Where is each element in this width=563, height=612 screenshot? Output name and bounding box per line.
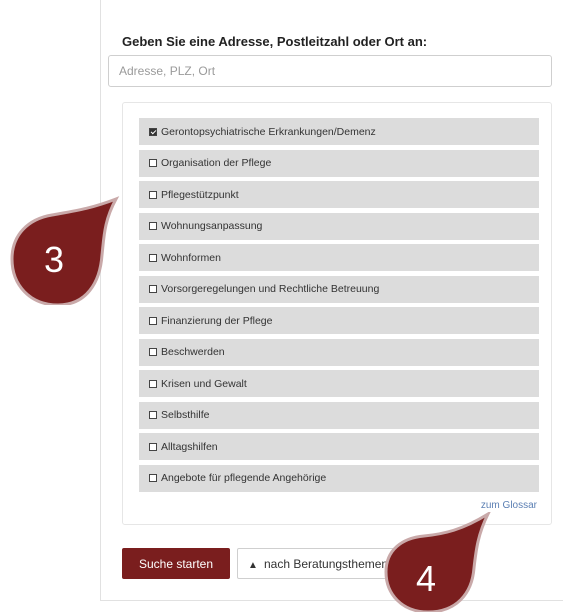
topic-item[interactable]: Beschwerden <box>139 338 539 366</box>
topics-toggle-label: nach Beratungsthemen <box>264 556 389 571</box>
topic-item[interactable]: Krisen und Gewalt <box>139 370 539 397</box>
checkbox-empty-icon[interactable] <box>149 285 157 293</box>
topic-label: Gerontopsychiatrische Erkrankungen/Demen… <box>161 125 376 138</box>
checkbox-empty-icon[interactable] <box>149 348 157 356</box>
callout-marker-4: 4 <box>382 512 494 612</box>
checkbox-empty-icon[interactable] <box>149 253 157 262</box>
topic-item[interactable]: Gerontopsychiatrische Erkrankungen/Demen… <box>139 118 539 145</box>
checkbox-empty-icon[interactable] <box>149 411 157 419</box>
topic-item[interactable]: Vorsorgeregelungen und Rechtliche Betreu… <box>139 275 539 303</box>
checkbox-empty-icon[interactable] <box>149 379 157 388</box>
topic-label: Angebote für pflegende Angehörige <box>161 472 327 484</box>
topic-list: Gerontopsychiatrische Erkrankungen/Demen… <box>139 118 539 496</box>
topic-label: Wohnformen <box>161 251 221 264</box>
checkbox-empty-icon[interactable] <box>149 474 157 482</box>
topic-item[interactable]: Angebote für pflegende Angehörige <box>139 464 539 492</box>
topic-label: Organisation der Pflege <box>161 157 272 169</box>
topic-item[interactable]: Finanzierung der Pflege <box>139 307 539 334</box>
topic-item[interactable]: Pflegestützpunkt <box>139 181 539 208</box>
topic-item[interactable]: Organisation der Pflege <box>139 149 539 177</box>
glossary-link[interactable]: zum Glossar <box>481 500 537 511</box>
topic-label: Finanzierung der Pflege <box>161 314 273 327</box>
topic-label: Vorsorgeregelungen und Rechtliche Betreu… <box>161 283 380 295</box>
topic-item[interactable]: Selbsthilfe <box>139 401 539 429</box>
checkbox-empty-icon[interactable] <box>149 442 157 451</box>
search-prompt: Geben Sie eine Adresse, Postleitzahl ode… <box>122 34 428 49</box>
callout-marker-3: 3 <box>6 193 124 305</box>
topic-item[interactable]: Alltagshilfen <box>139 433 539 460</box>
location-search-input[interactable] <box>108 55 552 87</box>
checkbox-empty-icon[interactable] <box>149 316 157 325</box>
topic-label: Alltagshilfen <box>161 440 218 453</box>
callout-number-3: 3 <box>44 239 65 280</box>
checkbox-empty-icon[interactable] <box>149 190 157 199</box>
topic-item[interactable]: Wohnformen <box>139 244 539 271</box>
topic-item[interactable]: Wohnungsanpassung <box>139 212 539 240</box>
topic-label: Selbsthilfe <box>161 409 210 421</box>
checkbox-empty-icon[interactable] <box>149 159 157 167</box>
chevron-up-icon: ▲ <box>248 559 258 571</box>
topic-label: Pflegestützpunkt <box>161 188 239 201</box>
checkbox-checked-icon[interactable] <box>149 127 157 136</box>
topic-label: Krisen und Gewalt <box>161 377 247 390</box>
topic-label: Beschwerden <box>161 346 225 358</box>
topic-label: Wohnungsanpassung <box>161 220 263 232</box>
checkbox-empty-icon[interactable] <box>149 222 157 230</box>
callout-number-4: 4 <box>416 558 437 599</box>
start-search-button[interactable]: Suche starten <box>122 548 230 579</box>
topics-box: Gerontopsychiatrische Erkrankungen/Demen… <box>122 102 552 525</box>
